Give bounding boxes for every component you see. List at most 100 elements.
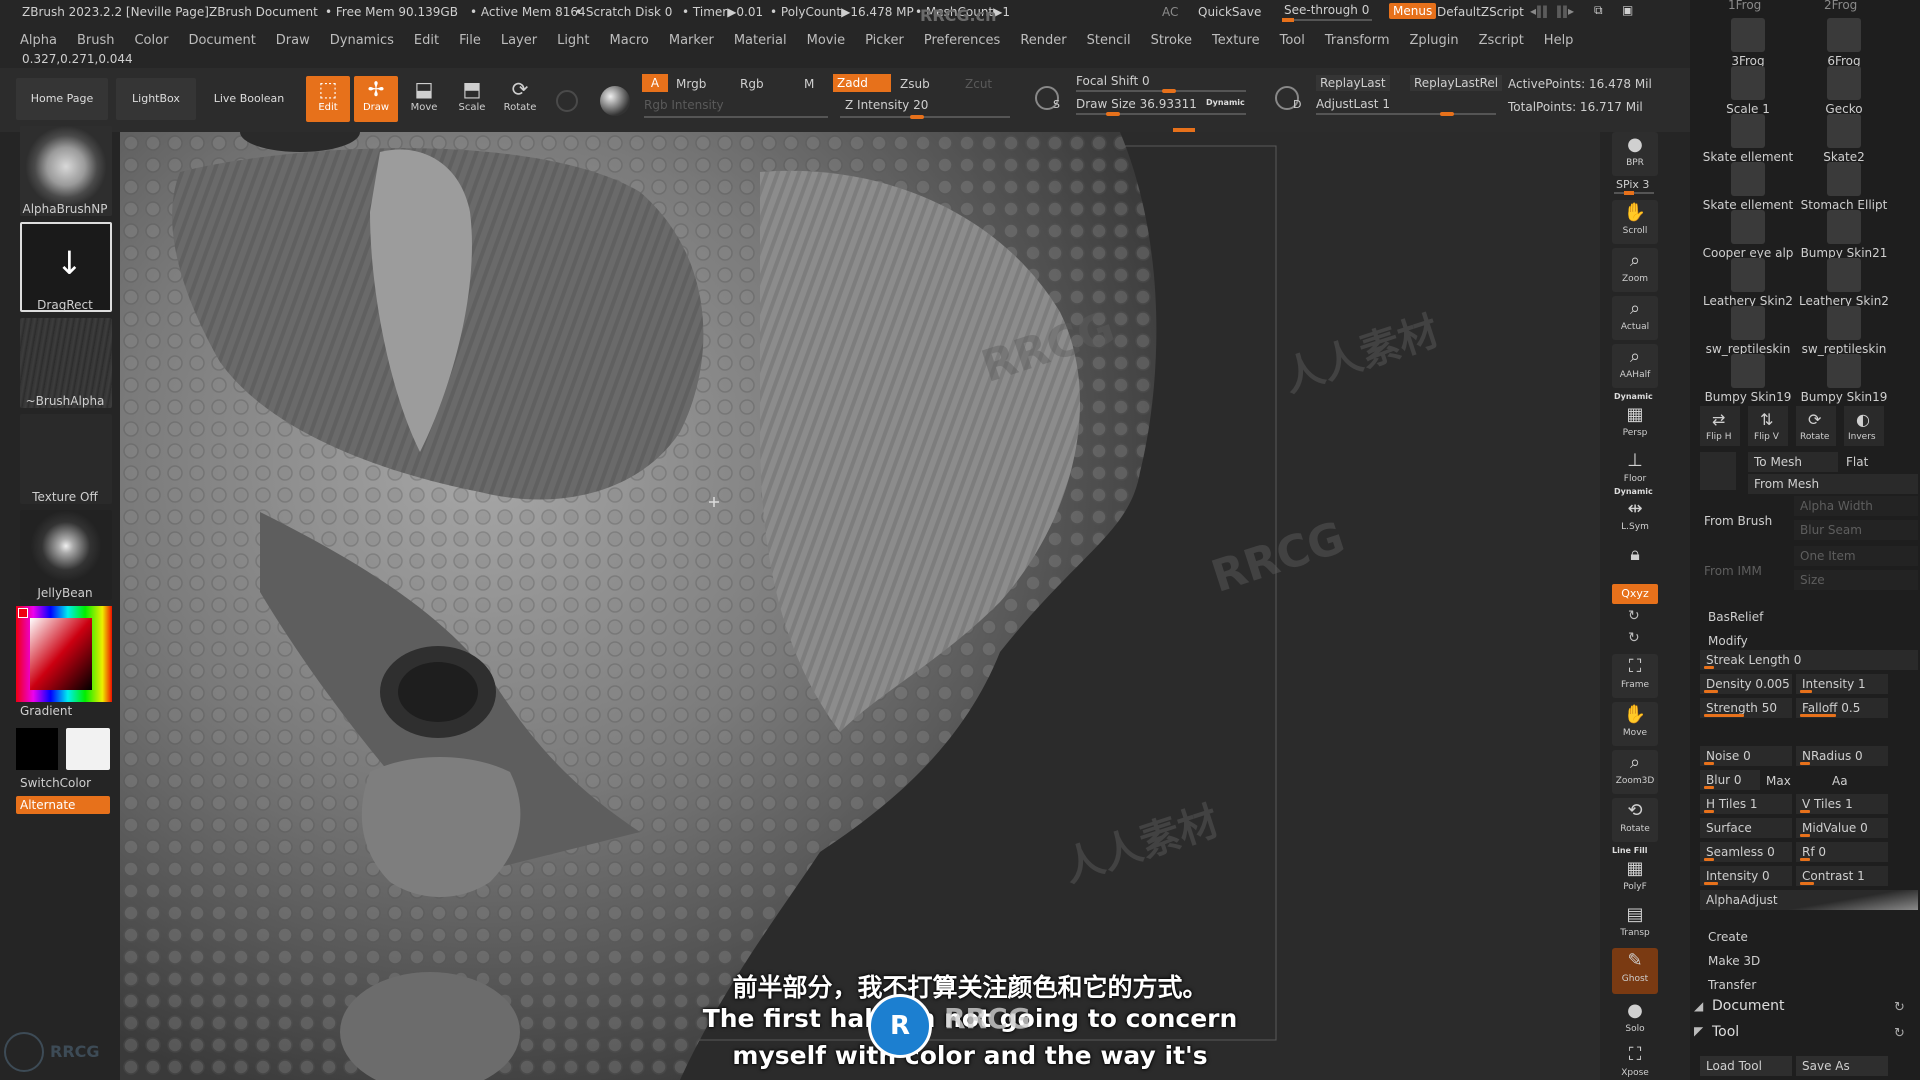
surface-toggle[interactable]: Surface (1700, 818, 1792, 838)
alpha-item[interactable]: Scale 1 (1700, 66, 1796, 116)
invers-button[interactable]: ◐ Invers (1844, 406, 1884, 446)
rotate-alpha-button[interactable]: ⟳ Rotate (1796, 406, 1836, 446)
seamless-slider[interactable]: Seamless 0 (1700, 842, 1792, 862)
home-page-button[interactable]: Home Page (16, 78, 108, 120)
xyz-toggle[interactable]: Qxyz (1612, 584, 1658, 604)
rotate-y-icon[interactable]: ↻ (1628, 608, 1640, 624)
ghost-button[interactable]: ✎ Ghost (1612, 948, 1658, 994)
persp-button[interactable]: ▦ Persp (1612, 402, 1658, 438)
gradient-label[interactable]: Gradient (20, 704, 72, 718)
transfer-button[interactable]: Transfer (1708, 978, 1756, 992)
material-sphere-icon[interactable] (556, 90, 578, 112)
max-button[interactable]: Max (1766, 774, 1791, 788)
menus-toggle[interactable]: Menus (1389, 3, 1437, 19)
mrgb-button[interactable]: Mrgb (676, 77, 706, 91)
menu-draw[interactable]: Draw (276, 33, 310, 48)
rotate-mode-button[interactable]: ⟳ Rotate (498, 76, 542, 122)
blur-seam-slider[interactable]: Blur Seam (1794, 520, 1918, 540)
color-swatch-selected[interactable] (18, 608, 28, 618)
palette-left-arrows-icon[interactable]: ◂‖‖ (1530, 4, 1548, 18)
polyf-button[interactable]: ▦ PolyF (1612, 856, 1658, 896)
rotate-view-button[interactable]: ⟲ Rotate (1612, 798, 1658, 842)
z-intensity-slider[interactable]: Z Intensity 20 (845, 98, 928, 112)
rgb-button[interactable]: Rgb (740, 77, 764, 91)
rotate-z-icon[interactable]: ↻ (1628, 630, 1640, 646)
falloff-slider[interactable]: Falloff 0.5 (1796, 698, 1888, 718)
draw-size-slider[interactable]: Draw Size 36.93311 (1076, 97, 1197, 111)
blur-slider[interactable]: Blur 0 (1700, 770, 1760, 790)
menu-document[interactable]: Document (188, 33, 255, 48)
menu-transform[interactable]: Transform (1325, 33, 1390, 48)
alpha-item[interactable]: Skate ellement (1700, 162, 1796, 212)
window-icon[interactable]: ▣ (1622, 3, 1633, 17)
intensity-slider[interactable]: Intensity 1 (1796, 674, 1888, 694)
flip-h-button[interactable]: ⇄ Flip H (1700, 406, 1740, 446)
menu-color[interactable]: Color (134, 33, 168, 48)
strength-slider[interactable]: Strength 50 (1700, 698, 1792, 718)
density-slider[interactable]: Density 0.005 (1700, 674, 1792, 694)
menu-macro[interactable]: Macro (610, 33, 649, 48)
h-tiles-slider[interactable]: H Tiles 1 (1700, 794, 1792, 814)
adjust-last-knob[interactable] (1440, 112, 1454, 116)
menu-edit[interactable]: Edit (414, 33, 439, 48)
alpha-item[interactable]: Bumpy Skin19 (1700, 354, 1796, 404)
zcut-button[interactable]: Zcut (965, 77, 992, 91)
replay-last-rel-button[interactable]: ReplayLastRel (1410, 75, 1503, 91)
from-imm-button[interactable]: From IMM (1704, 564, 1762, 578)
aa-button[interactable]: Aa (1832, 774, 1848, 788)
menu-dynamics[interactable]: Dynamics (330, 33, 394, 48)
layout-icon[interactable]: ⧉ (1594, 3, 1603, 18)
alpha-item[interactable]: sw_reptileskin (1700, 306, 1796, 356)
nradius-slider[interactable]: NRadius 0 (1796, 746, 1888, 766)
scroll-button[interactable]: ✋ Scroll (1612, 200, 1658, 244)
alpha-item[interactable]: sw_reptileskin (1796, 306, 1892, 356)
zoom-button[interactable]: ⌕ Zoom (1612, 248, 1658, 292)
aahalf-button[interactable]: ⌕ AAHalf (1612, 344, 1658, 388)
quicksave-button[interactable]: QuickSave (1198, 5, 1261, 19)
alpha-item[interactable]: Leathery Skin2 (1700, 258, 1796, 308)
replay-last-button[interactable]: ReplayLast (1316, 75, 1390, 91)
color-square[interactable] (30, 618, 92, 690)
alpha-item[interactable]: Skate ellement (1700, 114, 1796, 164)
see-through-slider[interactable]: See-through 0 (1284, 3, 1369, 17)
spix-knob[interactable] (1624, 191, 1634, 195)
ac-label[interactable]: AC (1162, 5, 1178, 19)
zadd-button[interactable]: Zadd (833, 74, 891, 92)
one-item-toggle[interactable]: One Item (1794, 546, 1918, 566)
xpose-button[interactable]: ⛶ Xpose (1612, 1042, 1658, 1080)
spix-slider[interactable]: SPix 3 (1616, 178, 1649, 191)
move-mode-button[interactable]: ⬓ Move (402, 76, 446, 122)
contrast-slider[interactable]: Contrast 1 (1796, 866, 1888, 886)
scale-mode-button[interactable]: ⬒ Scale (450, 76, 494, 122)
alpha-width-slider[interactable]: Alpha Width (1794, 496, 1918, 516)
viewport-canvas[interactable]: RRCG RRCG 人人素材 人人素材 (120, 132, 1600, 1080)
transp-button[interactable]: ▤ Transp (1612, 902, 1658, 942)
menu-picker[interactable]: Picker (865, 33, 904, 48)
focal-shift-slider[interactable]: Focal Shift 0 (1076, 74, 1150, 88)
alpha-item[interactable]: Stomach Ellipt (1796, 162, 1892, 212)
intensity-adjust-slider[interactable]: Intensity 0 (1700, 866, 1792, 886)
v-tiles-slider[interactable]: V Tiles 1 (1796, 794, 1888, 814)
modify-section[interactable]: Modify (1708, 634, 1748, 648)
alpha-1frog[interactable]: 1Frog (1728, 0, 1761, 12)
lightbox-button[interactable]: LightBox (116, 78, 196, 120)
edit-mode-button[interactable]: ⬚ Edit (306, 76, 350, 122)
palette-right-arrows-icon[interactable]: ‖‖▸ (1556, 4, 1574, 18)
noise-slider[interactable]: Noise 0 (1700, 746, 1792, 766)
menu-file[interactable]: File (459, 33, 481, 48)
alpha-item[interactable]: Gecko (1796, 66, 1892, 116)
focal-shift-knob[interactable] (1162, 89, 1176, 93)
rf-slider[interactable]: Rf 0 (1796, 842, 1888, 862)
menu-marker[interactable]: Marker (669, 33, 714, 48)
flip-v-button[interactable]: ⇅ Flip V (1748, 406, 1788, 446)
menu-stroke[interactable]: Stroke (1151, 33, 1192, 48)
menu-zscript[interactable]: Zscript (1479, 33, 1524, 48)
see-through-knob[interactable] (1282, 18, 1294, 22)
move-view-button[interactable]: ✋ Move (1612, 702, 1658, 746)
rgb-intensity-slider[interactable]: Rgb Intensity (644, 98, 724, 112)
z-intensity-knob[interactable] (910, 115, 924, 119)
create-button[interactable]: Create (1708, 930, 1748, 944)
menu-preferences[interactable]: Preferences (924, 33, 1000, 48)
menu-material[interactable]: Material (734, 33, 787, 48)
make-3d-button[interactable]: Make 3D (1708, 954, 1760, 968)
